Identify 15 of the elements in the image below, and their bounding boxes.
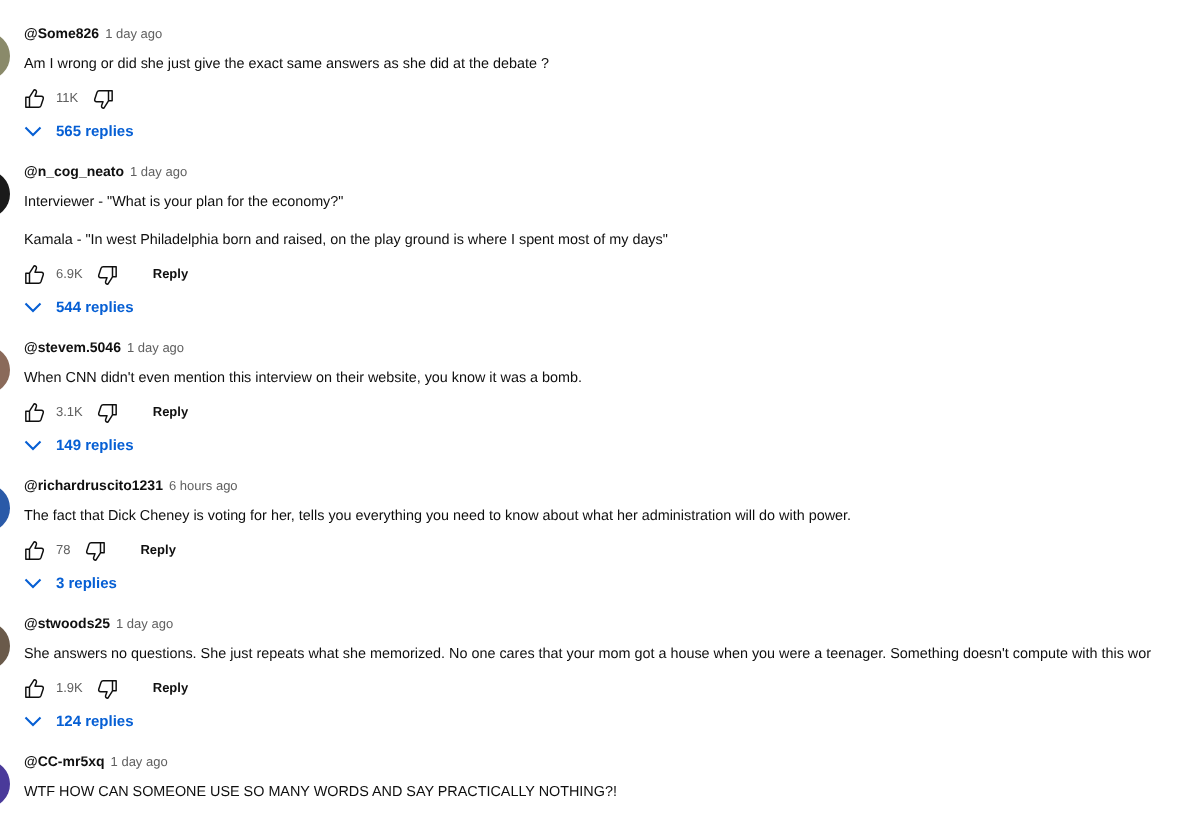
thumbs-up-icon[interactable] (24, 677, 46, 699)
thumbs-down-icon[interactable] (84, 539, 107, 561)
thumbs-down-icon[interactable] (96, 263, 119, 285)
chevron-down-icon (24, 715, 42, 727)
chevron-down-icon (24, 577, 42, 589)
chevron-down-icon (24, 125, 42, 137)
thumbs-up-icon[interactable] (24, 87, 46, 109)
thumbs-down-icon[interactable] (96, 677, 119, 699)
thumbs-up-icon[interactable] (24, 401, 46, 423)
chevron-down-icon (24, 439, 42, 451)
thumbs-down-icon[interactable] (96, 401, 119, 423)
thumbs-up-icon[interactable] (24, 263, 46, 285)
thumbs-down-icon[interactable] (92, 87, 115, 109)
thumbs-up-icon[interactable] (24, 539, 46, 561)
chevron-down-icon (24, 301, 42, 313)
